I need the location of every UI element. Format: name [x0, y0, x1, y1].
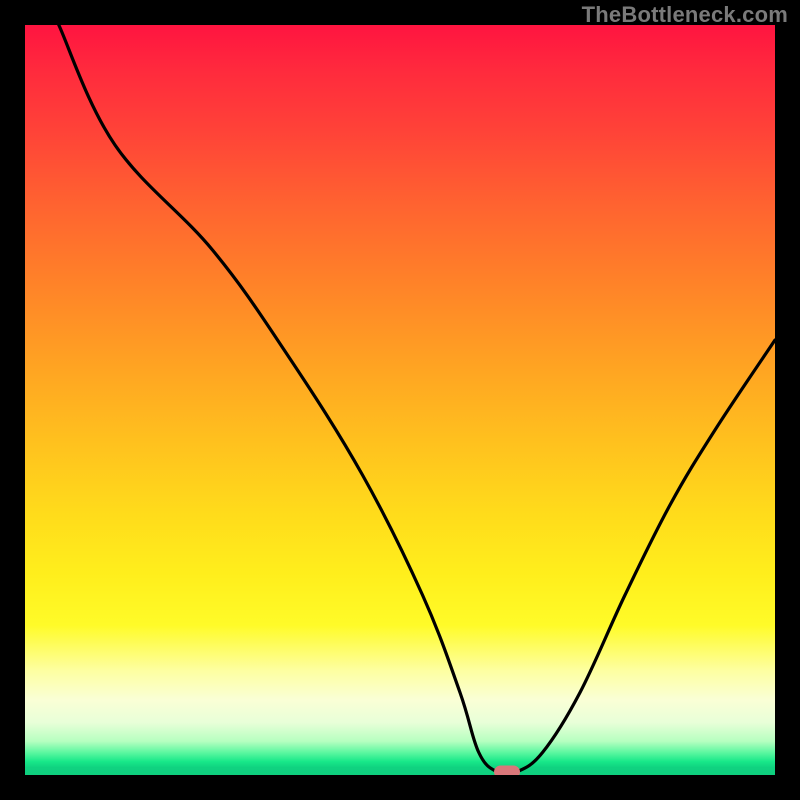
plot-area: [25, 25, 775, 775]
chart-frame: TheBottleneck.com: [0, 0, 800, 800]
optimal-marker: [494, 766, 520, 776]
curve-svg: [25, 25, 775, 775]
bottleneck-curve-path: [59, 25, 775, 775]
watermark-text: TheBottleneck.com: [582, 2, 788, 28]
